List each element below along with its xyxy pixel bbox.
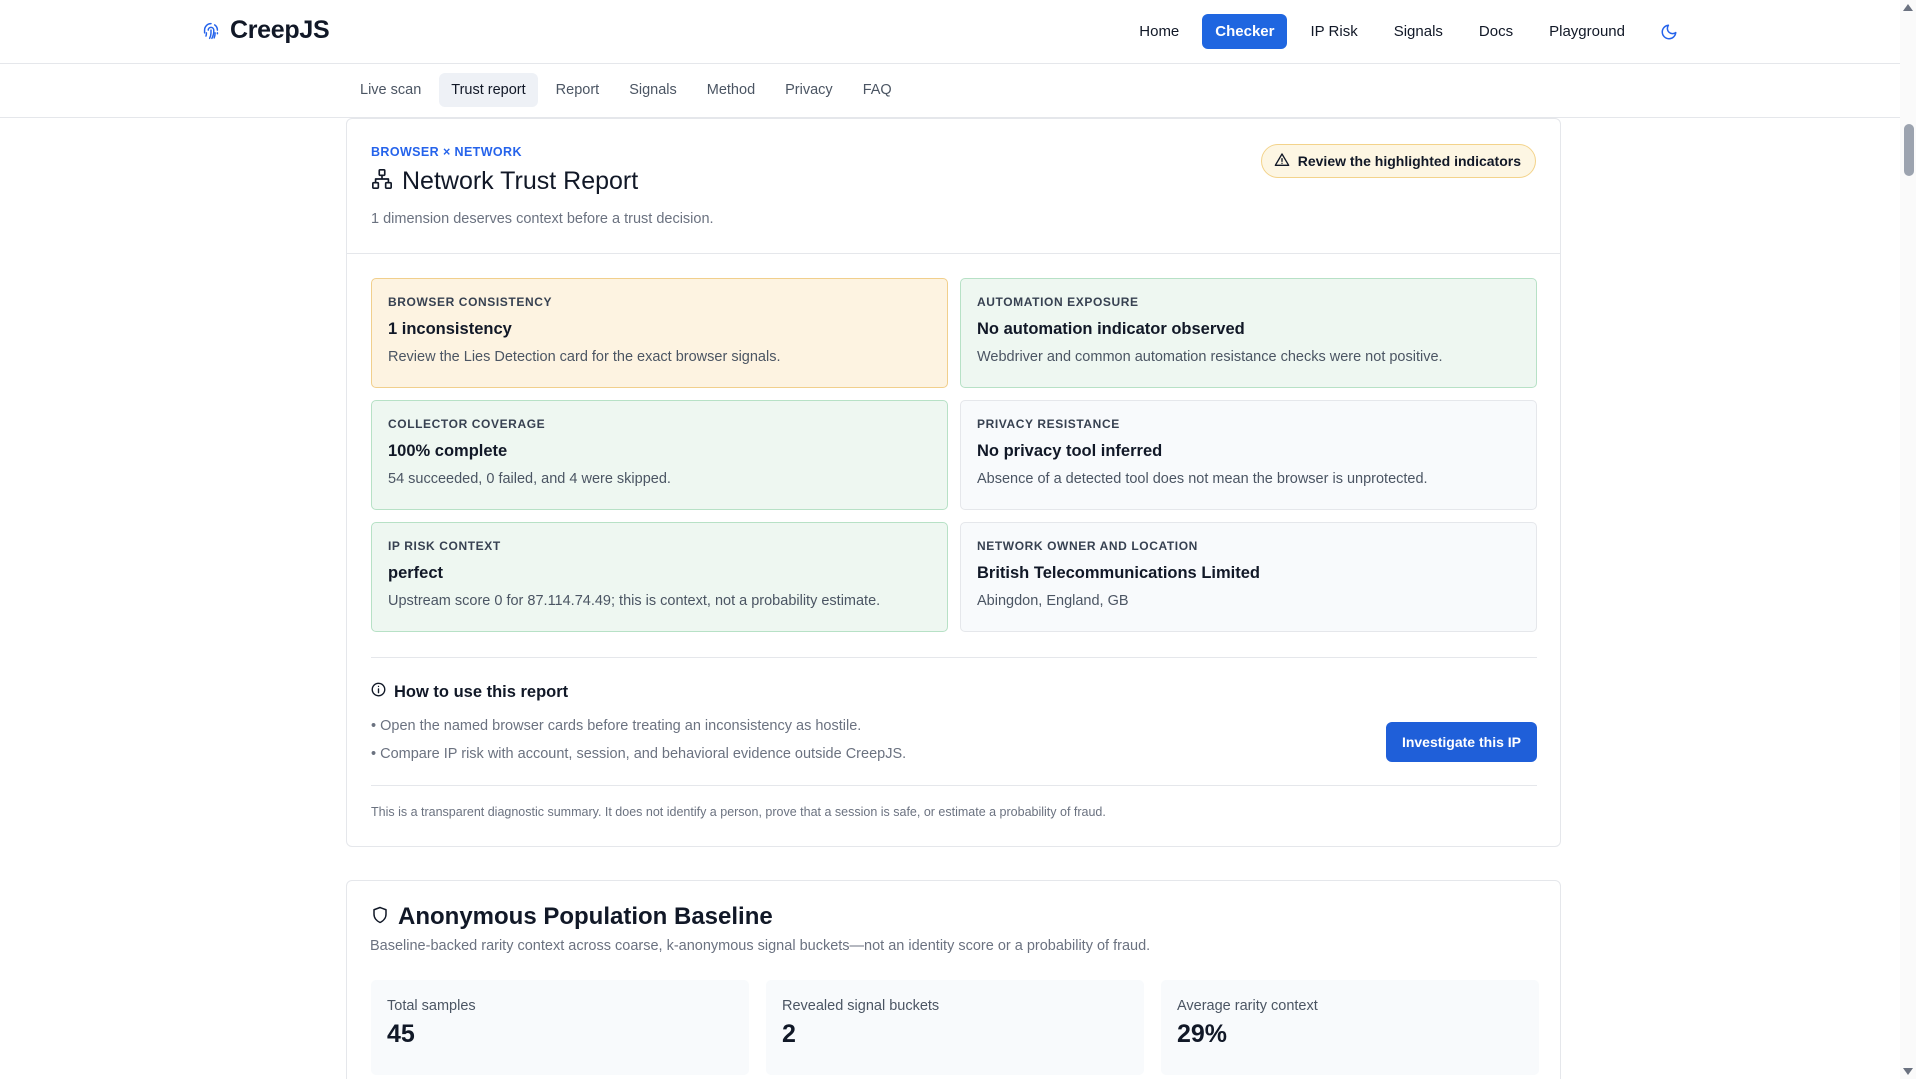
tile-value: No automation indicator observed [977, 320, 1245, 338]
tile-value: 1 inconsistency [388, 320, 512, 338]
stat-value: 45 [387, 1020, 415, 1048]
nav-home[interactable]: Home [1126, 14, 1192, 49]
tile-value: No privacy tool inferred [977, 442, 1163, 460]
stat-value: 29% [1177, 1020, 1228, 1048]
page-scrollbar[interactable] [1900, 0, 1916, 1079]
stat-average-rarity: Average rarity context 29% [1161, 980, 1539, 1075]
tile-automation-exposure: AUTOMATION EXPOSURE No automation indica… [960, 278, 1537, 388]
baseline-title: Anonymous Population Baseline [398, 903, 773, 930]
tab-trust-report[interactable]: Trust report [439, 73, 538, 107]
report-title-row: Network Trust Report [371, 167, 638, 196]
stat-revealed-buckets: Revealed signal buckets 2 [766, 980, 1144, 1075]
scroll-down-arrow-icon[interactable] [1903, 1068, 1913, 1075]
fingerprint-icon [200, 20, 222, 42]
scroll-up-arrow-icon[interactable] [1903, 4, 1913, 11]
nav-checker[interactable]: Checker [1202, 14, 1288, 49]
tile-value: British Telecommunications Limited [977, 564, 1260, 582]
sub-navbar: Live scan Trust report Report Signals Me… [0, 64, 1900, 118]
tab-live-scan[interactable]: Live scan [348, 73, 433, 107]
baseline-stats: Total samples 45 Revealed signal buckets… [371, 980, 1539, 1075]
tile-description: Upstream score 0 for 87.114.74.49; this … [388, 593, 881, 609]
stat-label: Total samples [387, 998, 476, 1014]
baseline-title-row: Anonymous Population Baseline [371, 903, 773, 931]
tab-method[interactable]: Method [695, 73, 767, 107]
report-subtitle: 1 dimension deserves context before a tr… [371, 211, 714, 227]
moon-icon[interactable] [1654, 17, 1684, 47]
tile-label: NETWORK OWNER AND LOCATION [977, 539, 1198, 553]
tile-description: Abingdon, England, GB [977, 593, 1129, 609]
subtab-list: Live scan Trust report Report Signals Me… [348, 73, 904, 107]
main-nav: Home Checker IP Risk Signals Docs Playgr… [1126, 14, 1684, 49]
how-to-use-section: How to use this report • Open the named … [371, 657, 1537, 768]
warning-triangle-icon [1274, 152, 1290, 171]
network-icon [371, 168, 393, 195]
report-eyebrow: BROWSER × NETWORK [371, 145, 522, 159]
nav-ip-risk[interactable]: IP Risk [1297, 14, 1370, 49]
tile-value: 100% complete [388, 442, 508, 460]
stat-total-samples: Total samples 45 [371, 980, 749, 1075]
report-title: Network Trust Report [402, 167, 639, 195]
review-indicators-badge: Review the highlighted indicators [1260, 144, 1536, 178]
investigate-ip-button[interactable]: Investigate this IP [1385, 722, 1537, 762]
report-header: BROWSER × NETWORK Network Trust Report 1… [347, 119, 1560, 254]
tile-privacy-resistance: PRIVACY RESISTANCE No privacy tool infer… [960, 400, 1537, 510]
tab-report[interactable]: Report [544, 73, 612, 107]
tile-collector-coverage: COLLECTOR COVERAGE 100% complete 54 succ… [371, 400, 948, 510]
network-trust-report-card: BROWSER × NETWORK Network Trust Report 1… [346, 118, 1561, 847]
tile-value: perfect [388, 564, 444, 582]
nav-signals[interactable]: Signals [1381, 14, 1456, 49]
tile-description: Absence of a detected tool does not mean… [977, 471, 1428, 487]
tile-label: AUTOMATION EXPOSURE [977, 295, 1139, 309]
top-navbar: CreepJS Home Checker IP Risk Signals Doc… [0, 0, 1900, 64]
report-disclaimer: This is a transparent diagnostic summary… [371, 785, 1537, 819]
stat-label: Revealed signal buckets [782, 998, 940, 1014]
stat-label: Average rarity context [1177, 998, 1318, 1014]
brand-logo[interactable]: CreepJS [200, 16, 330, 45]
howto-title-row: How to use this report [371, 682, 1537, 702]
tile-description: Webdriver and common automation resistan… [977, 349, 1443, 365]
tile-ip-risk-context: IP RISK CONTEXT perfect Upstream score 0… [371, 522, 948, 632]
indicator-grid: BROWSER CONSISTENCY 1 inconsistency Revi… [371, 278, 1537, 632]
shield-icon [371, 905, 389, 930]
tile-label: COLLECTOR COVERAGE [388, 417, 546, 431]
nav-playground[interactable]: Playground [1536, 14, 1638, 49]
list-item: • Open the named browser cards before tr… [371, 718, 862, 734]
scrollbar-thumb[interactable] [1904, 124, 1914, 176]
howto-list: • Open the named browser cards before tr… [371, 712, 1537, 768]
info-icon [371, 682, 386, 702]
baseline-subtitle: Baseline-backed rarity context across co… [370, 938, 1151, 954]
tile-label: IP RISK CONTEXT [388, 539, 501, 553]
list-item: • Compare IP risk with account, session,… [371, 746, 907, 762]
nav-docs[interactable]: Docs [1466, 14, 1526, 49]
tile-browser-consistency: BROWSER CONSISTENCY 1 inconsistency Revi… [371, 278, 948, 388]
tile-description: Review the Lies Detection card for the e… [388, 349, 781, 365]
tab-signals[interactable]: Signals [617, 73, 689, 107]
tile-description: 54 succeeded, 0 failed, and 4 were skipp… [388, 471, 671, 487]
population-baseline-card: Anonymous Population Baseline Baseline-b… [346, 880, 1561, 1079]
howto-title: How to use this report [394, 682, 569, 701]
stat-value: 2 [782, 1020, 796, 1048]
tab-privacy[interactable]: Privacy [773, 73, 845, 107]
badge-label: Review the highlighted indicators [1297, 153, 1521, 169]
tab-faq[interactable]: FAQ [851, 73, 904, 107]
tile-network-owner-location: NETWORK OWNER AND LOCATION British Telec… [960, 522, 1537, 632]
tile-label: PRIVACY RESISTANCE [977, 417, 1120, 431]
brand-name: CreepJS [230, 16, 330, 44]
tile-label: BROWSER CONSISTENCY [388, 295, 553, 309]
